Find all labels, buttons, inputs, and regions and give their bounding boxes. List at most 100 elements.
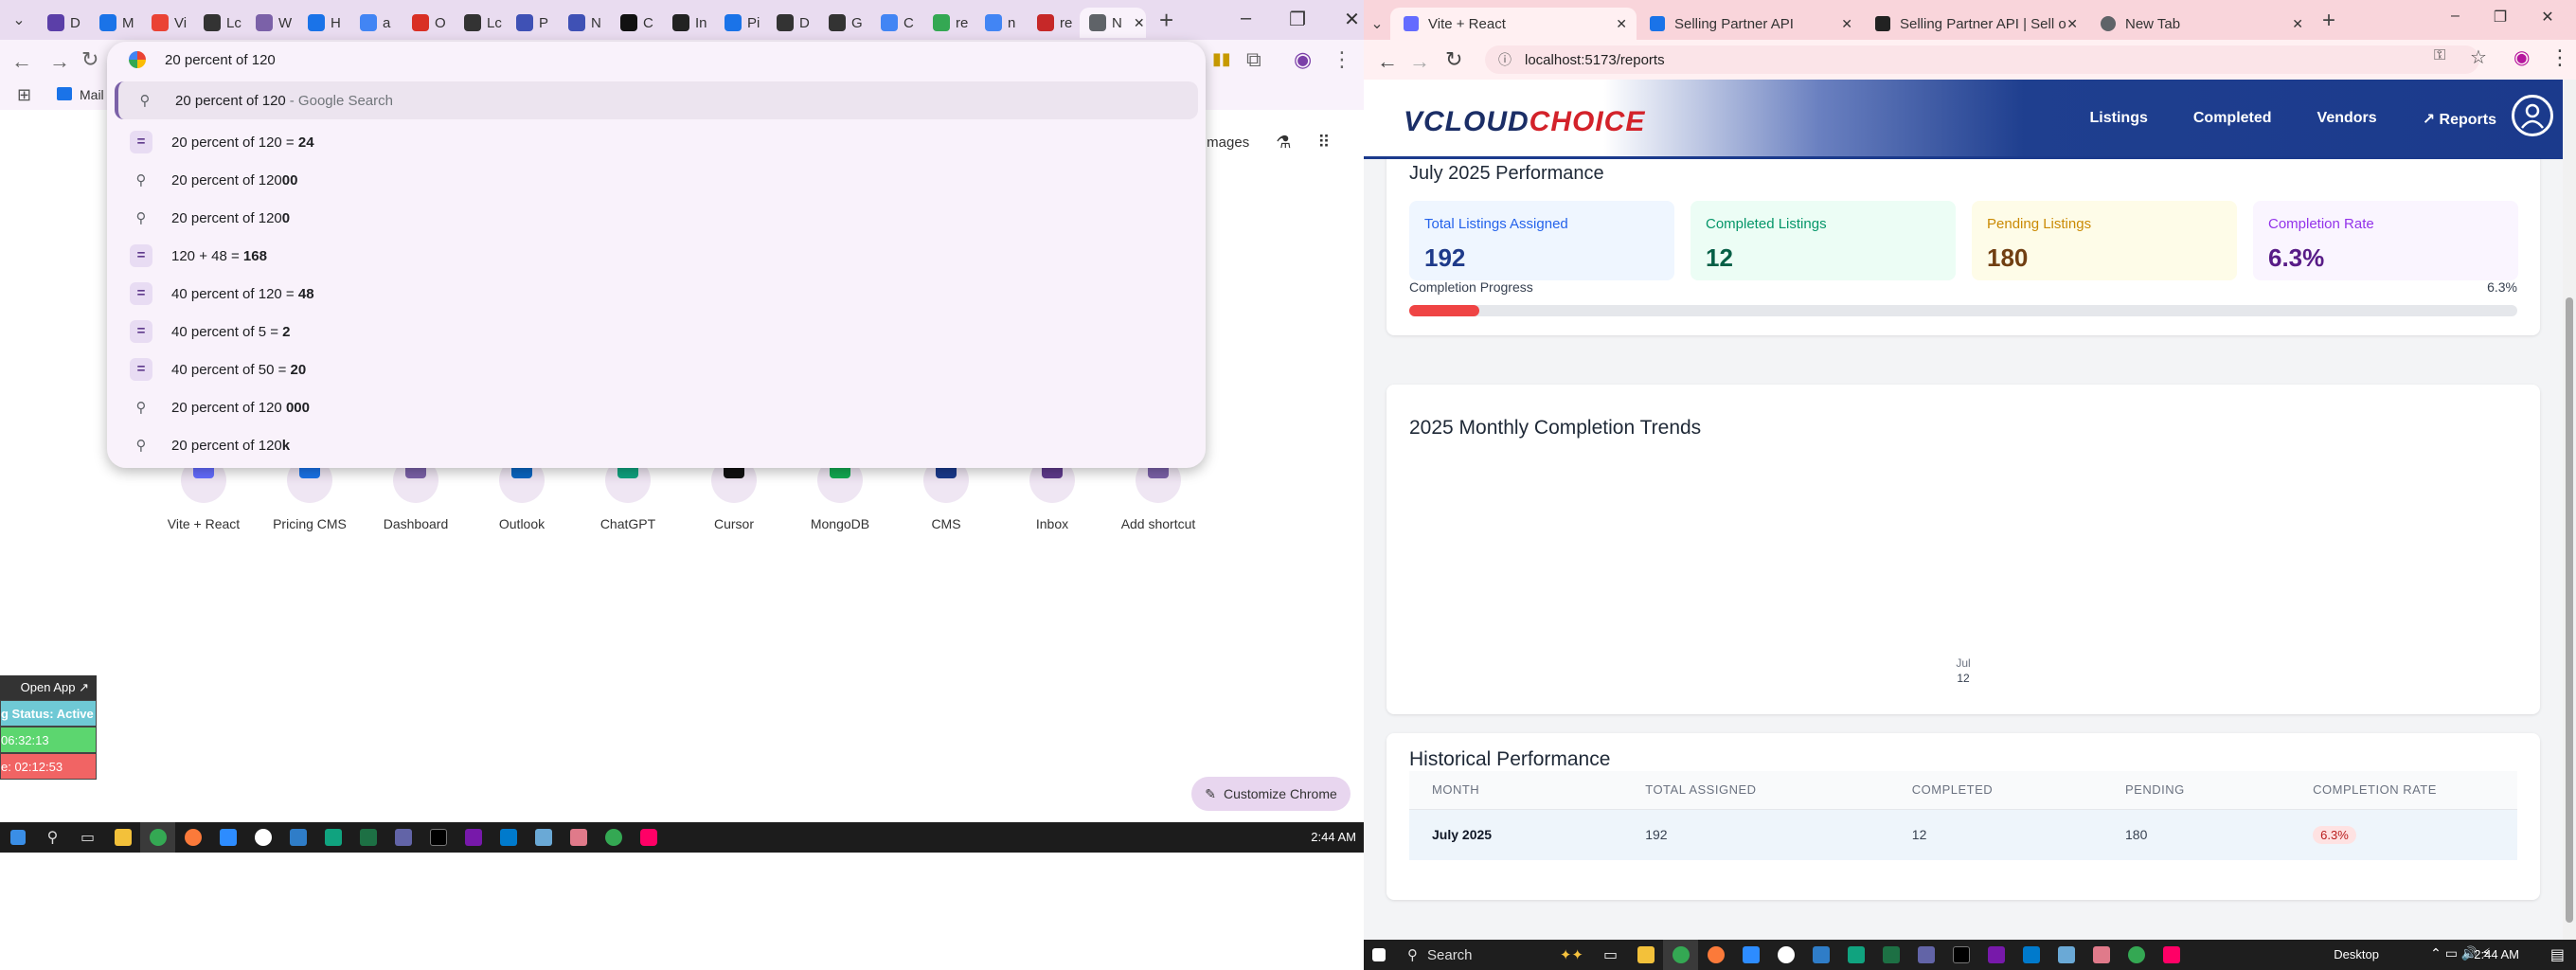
restore-icon[interactable]: ❐: [1289, 8, 1306, 31]
labs-flask-icon[interactable]: ⚗: [1276, 133, 1291, 153]
excel-taskbar-icon[interactable]: [350, 822, 385, 853]
tab-close-icon[interactable]: ✕: [2066, 16, 2078, 32]
close-icon[interactable]: ✕: [1344, 8, 1360, 31]
minimize-icon[interactable]: –: [1241, 8, 1251, 31]
app-taskbar-icon[interactable]: [175, 822, 210, 853]
images-link[interactable]: Images: [1203, 135, 1249, 151]
app-taskbar-icon[interactable]: [631, 822, 666, 853]
suggestion-row[interactable]: ⚲ 20 percent of 120 0: [107, 199, 1206, 237]
zoom-taskbar-icon[interactable]: [210, 822, 245, 853]
task-view-icon[interactable]: ▭: [70, 822, 105, 853]
file-explorer-icon[interactable]: [105, 822, 140, 853]
left-tab[interactable]: H: [298, 8, 350, 38]
app-taskbar-icon[interactable]: [561, 822, 596, 853]
app-taskbar-icon[interactable]: [2048, 940, 2084, 970]
tab-selling-partner-api[interactable]: Selling Partner API ✕: [1637, 8, 1862, 40]
open-app-button[interactable]: Open App ↗: [0, 675, 97, 700]
desktop-toolbar-label[interactable]: Desktop: [2334, 947, 2379, 961]
new-tab-icon[interactable]: +: [1159, 6, 1173, 35]
left-tab[interactable]: O: [402, 8, 455, 38]
tab-close-icon[interactable]: ✕: [1134, 15, 1145, 31]
app-taskbar-icon[interactable]: [2154, 940, 2189, 970]
profile-icon[interactable]: ◉: [2513, 45, 2530, 69]
file-explorer-icon[interactable]: [1628, 940, 1663, 970]
left-tab[interactable]: P: [507, 8, 559, 38]
windows-start-icon[interactable]: [1364, 940, 1394, 970]
extensions-icon[interactable]: ⧉: [1246, 47, 1261, 72]
windows-start-icon[interactable]: [0, 822, 35, 853]
left-tab[interactable]: N: [559, 8, 611, 38]
app-taskbar-icon[interactable]: [420, 822, 456, 853]
suggestion-row[interactable]: = 40 percent of 50 = 20: [107, 350, 1206, 388]
chrome-taskbar-icon[interactable]: [140, 822, 175, 853]
page-scrollbar[interactable]: [2563, 80, 2576, 940]
app-taskbar-icon[interactable]: [526, 822, 561, 853]
app-taskbar-icon[interactable]: [2119, 940, 2154, 970]
app-taskbar-icon[interactable]: [1908, 940, 1943, 970]
tab-search-icon[interactable]: ⌄: [0, 0, 38, 40]
left-tab[interactable]: Lc: [455, 8, 507, 38]
app-taskbar-icon[interactable]: [315, 822, 350, 853]
nav-reports[interactable]: ↗ Reports: [2423, 110, 2496, 129]
suggestion-row[interactable]: ⚲ 20 percent of 120 000: [107, 388, 1206, 426]
tab-selling-partner-sell-on-amazon[interactable]: Selling Partner API | Sell on Am ✕: [1862, 8, 2087, 40]
reload-icon[interactable]: ↻: [81, 47, 98, 72]
restore-icon[interactable]: ❐: [2494, 8, 2507, 27]
tab-close-icon[interactable]: ✕: [2292, 16, 2303, 32]
site-info-icon[interactable]: ⓘ: [1498, 50, 1512, 69]
reload-icon[interactable]: ↻: [1445, 47, 1462, 72]
onenote-taskbar-icon[interactable]: [456, 822, 491, 853]
google-apps-icon[interactable]: ⠿: [1317, 133, 1330, 153]
notifications-icon[interactable]: ▤: [2550, 945, 2565, 964]
forward-icon[interactable]: →: [1409, 49, 1430, 74]
suggestion-google-search[interactable]: ⚲ 20 percent of 120 - Google Search: [115, 81, 1198, 119]
nav-listings[interactable]: Listings: [2090, 110, 2148, 129]
left-tab[interactable]: re: [923, 8, 975, 38]
back-icon[interactable]: ←: [11, 49, 32, 74]
address-bar[interactable]: ⓘ localhost:5173/reports: [1485, 45, 2479, 74]
app-taskbar-icon[interactable]: [280, 822, 315, 853]
left-tab[interactable]: Pi: [715, 8, 767, 38]
user-avatar-icon[interactable]: [2512, 95, 2553, 136]
tab-vite-react[interactable]: Vite + React ✕: [1390, 8, 1637, 40]
table-row[interactable]: July 2025 192 12 180 6.3%: [1409, 808, 2517, 860]
suggestion-row[interactable]: = 120 + 48 = 168: [107, 237, 1206, 275]
suggestion-row[interactable]: = 40 percent of 5 = 2: [107, 313, 1206, 350]
tab-new-tab[interactable]: New Tab ✕: [2087, 8, 2313, 40]
nav-completed[interactable]: Completed: [2193, 110, 2272, 129]
omnibox-input[interactable]: 20 percent of 120: [107, 42, 1206, 78]
suggestion-row[interactable]: ⚲ 20 percent of 120 k: [107, 426, 1206, 464]
excel-taskbar-icon[interactable]: [1873, 940, 1908, 970]
left-tab[interactable]: G: [819, 8, 871, 38]
zoom-taskbar-icon[interactable]: [1733, 940, 1768, 970]
app-taskbar-icon[interactable]: [596, 822, 631, 853]
app-taskbar-icon[interactable]: [2084, 940, 2119, 970]
close-icon[interactable]: ✕: [2541, 8, 2553, 27]
customize-chrome-button[interactable]: ✎ Customize Chrome: [1191, 777, 1351, 811]
minimize-icon[interactable]: –: [2451, 8, 2460, 27]
menu-icon[interactable]: ⋮: [2549, 45, 2570, 70]
tab-close-icon[interactable]: ✕: [1841, 16, 1852, 32]
forward-icon[interactable]: →: [49, 49, 70, 74]
nav-vendors[interactable]: Vendors: [2317, 110, 2377, 129]
left-tab[interactable]: Lc: [194, 8, 246, 38]
profile-icon[interactable]: ◉: [1294, 47, 1312, 72]
suggestion-row[interactable]: = 20 percent of 120 = 24: [107, 123, 1206, 161]
left-tab[interactable]: C: [611, 8, 663, 38]
app-taskbar-icon[interactable]: [1803, 940, 1838, 970]
left-tab[interactable]: re: [1028, 8, 1080, 38]
bookmark-mail[interactable]: Mail: [80, 87, 104, 102]
menu-icon[interactable]: ⋮: [1332, 47, 1352, 72]
vscode-taskbar-icon[interactable]: [2013, 940, 2048, 970]
left-tab[interactable]: n: [975, 8, 1028, 38]
new-tab-icon[interactable]: +: [2322, 8, 2335, 34]
taskbar-search-icon[interactable]: ⚲: [35, 822, 70, 853]
bookmark-star-icon[interactable]: ☆: [2470, 45, 2487, 69]
tab-search-icon[interactable]: ⌄: [1364, 8, 1390, 40]
left-tab[interactable]: In: [663, 8, 715, 38]
left-tab[interactable]: C: [871, 8, 923, 38]
app-taskbar-icon[interactable]: [245, 822, 280, 853]
left-tab[interactable]: M: [90, 8, 142, 38]
vscode-taskbar-icon[interactable]: [491, 822, 526, 853]
apps-grid-icon[interactable]: ⊞: [17, 85, 31, 105]
